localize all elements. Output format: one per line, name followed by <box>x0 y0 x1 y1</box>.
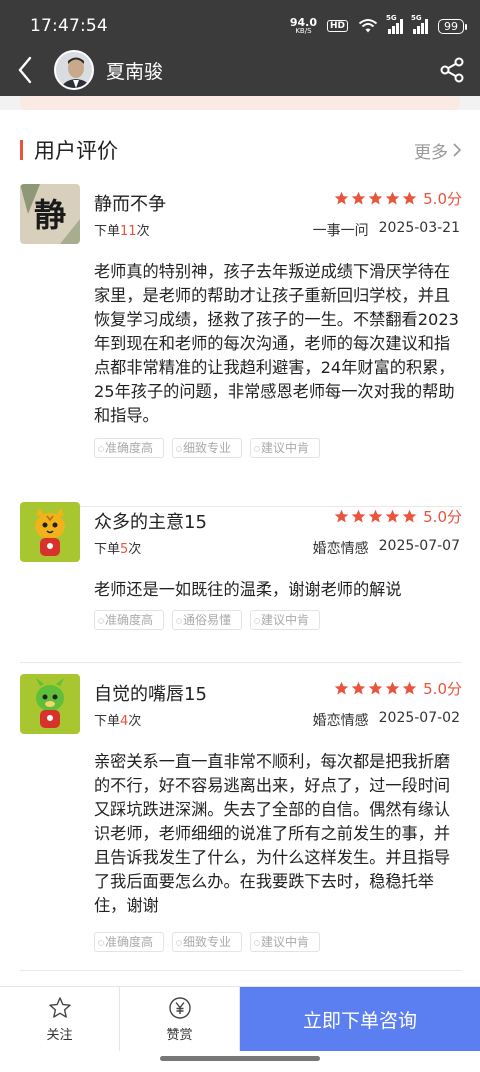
status-time: 17:47:54 <box>30 16 108 36</box>
yuan-coin-icon <box>168 996 191 1019</box>
wifi-icon <box>358 19 378 33</box>
review-date: 2025-03-21 <box>378 220 460 236</box>
order-consult-button[interactable]: 立即下单咨询 <box>240 987 480 1051</box>
star-rating-icon <box>334 509 417 524</box>
review-date: 2025-07-07 <box>378 538 460 554</box>
reviews-section-header: 用户评价 更多 <box>20 136 462 164</box>
chevron-right-icon <box>453 143 462 157</box>
signal-label-2: 5G <box>411 14 422 22</box>
reward-label: 赞赏 <box>166 1027 193 1043</box>
service-category: 婚恋情感 <box>312 541 369 557</box>
previous-banner-strip <box>20 96 460 110</box>
order-count: 下单4次 <box>94 714 142 729</box>
signal-icon-2: 5G <box>411 14 428 34</box>
reward-button[interactable]: 赞赏 <box>120 987 240 1051</box>
section-accent-bar <box>20 140 23 160</box>
review-item: 自觉的嘴唇15 下单4次 5.0分 婚恋情感 2025-07-02 亲密关系一直… <box>0 674 480 974</box>
reviewer-avatar[interactable] <box>20 502 80 562</box>
review-text: 老师真的特别神，孩子去年叛逆成绩下滑厌学待在家里，是老师的帮助才让孩子重新回归学… <box>94 262 459 425</box>
review-tag: 准确度高 <box>94 438 165 458</box>
review-tag: 建议中肯 <box>250 932 321 952</box>
network-speed-unit: KB/S <box>295 27 312 35</box>
rating: 5.0分 <box>334 678 462 699</box>
divider <box>20 662 462 663</box>
teacher-name: 夏南骏 <box>106 60 164 83</box>
star-outline-icon <box>48 996 71 1018</box>
hd-icon: HD <box>326 20 348 32</box>
review-tag: 建议中肯 <box>250 438 321 458</box>
divider <box>20 970 462 971</box>
review-item: 静 静而不争 下单11次 5.0分 一事一问 2025-03-21 老师真的特别… <box>0 184 480 494</box>
back-button[interactable] <box>0 44 50 96</box>
dragon-mascot-avatar-icon <box>20 674 80 734</box>
reviewer-name: 静而不争 <box>94 194 166 215</box>
teacher-avatar[interactable] <box>54 50 94 90</box>
share-icon <box>440 57 464 83</box>
star-rating-icon <box>334 681 417 696</box>
review-tags: 准确度高 通俗易懂 建议中肯 <box>94 610 321 630</box>
nav-bar: 夏南骏 <box>0 44 480 96</box>
review-tag: 细致专业 <box>172 932 243 952</box>
calligraphy-avatar-icon: 静 <box>20 184 80 244</box>
rating: 5.0分 <box>334 506 462 527</box>
reviews-card: 用户评价 更多 静 静而不争 下单11次 5.0分 一事一问 2025-03-2… <box>0 110 480 986</box>
review-meta: 婚恋情感 2025-07-07 <box>313 538 460 558</box>
rating: 5.0分 <box>334 188 462 209</box>
review-meta: 一事一问 2025-03-21 <box>313 220 460 240</box>
reviewer-avatar[interactable]: 静 <box>20 184 80 244</box>
avatar-char: 静 <box>34 196 66 234</box>
review-tags: 准确度高 细致专业 建议中肯 <box>94 932 321 952</box>
review-item: 众多的主意15 下单5次 5.0分 婚恋情感 2025-07-07 老师还是一如… <box>0 502 480 652</box>
more-label: 更多 <box>414 142 448 163</box>
review-tags: 准确度高 细致专业 建议中肯 <box>94 438 321 458</box>
rating-score: 5.0分 <box>423 508 462 526</box>
reviewer-name: 自觉的嘴唇15 <box>94 684 207 705</box>
review-tag: 通俗易懂 <box>172 610 243 630</box>
order-count: 下单11次 <box>94 224 150 239</box>
service-category: 一事一问 <box>312 223 369 239</box>
signal-label-1: 5G <box>386 14 397 22</box>
review-tag: 细致专业 <box>172 438 243 458</box>
order-count: 下单5次 <box>94 542 142 557</box>
review-tag: 准确度高 <box>94 932 165 952</box>
service-category: 婚恋情感 <box>312 713 369 729</box>
review-meta: 婚恋情感 2025-07-02 <box>313 710 460 730</box>
top-bar: 17:47:54 94.0 KB/S HD 5G 5G 99 夏南骏 <box>0 0 480 96</box>
review-text: 亲密关系一直一直非常不顺利，每次都是把我折磨的不行，好不容易逃离出来，好点了，过… <box>94 752 451 915</box>
home-indicator[interactable] <box>160 1056 320 1061</box>
review-text: 老师还是一如既往的温柔，谢谢老师的解说 <box>94 580 402 599</box>
review-tag: 准确度高 <box>94 610 165 630</box>
teacher-portrait-icon <box>56 52 92 88</box>
reviewer-name: 众多的主意15 <box>94 512 207 533</box>
network-speed: 94.0 KB/S <box>290 17 317 35</box>
star-rating-icon <box>334 191 417 206</box>
review-date: 2025-07-02 <box>378 710 460 726</box>
section-title: 用户评价 <box>34 139 118 163</box>
rating-score: 5.0分 <box>423 190 462 208</box>
review-tag: 建议中肯 <box>250 610 321 630</box>
more-link[interactable]: 更多 <box>414 138 462 163</box>
chevron-left-icon <box>18 56 32 84</box>
follow-label: 关注 <box>46 1027 73 1043</box>
share-button[interactable] <box>424 44 480 96</box>
follow-button[interactable]: 关注 <box>0 987 120 1051</box>
signal-icon-1: 5G <box>386 14 403 34</box>
tiger-mascot-avatar-icon <box>20 502 80 562</box>
rating-score: 5.0分 <box>423 680 462 698</box>
content-area[interactable]: 用户评价 更多 静 静而不争 下单11次 5.0分 一事一问 2025-03-2… <box>0 96 480 986</box>
battery-icon: 99 <box>438 18 467 34</box>
reviewer-avatar[interactable] <box>20 674 80 734</box>
